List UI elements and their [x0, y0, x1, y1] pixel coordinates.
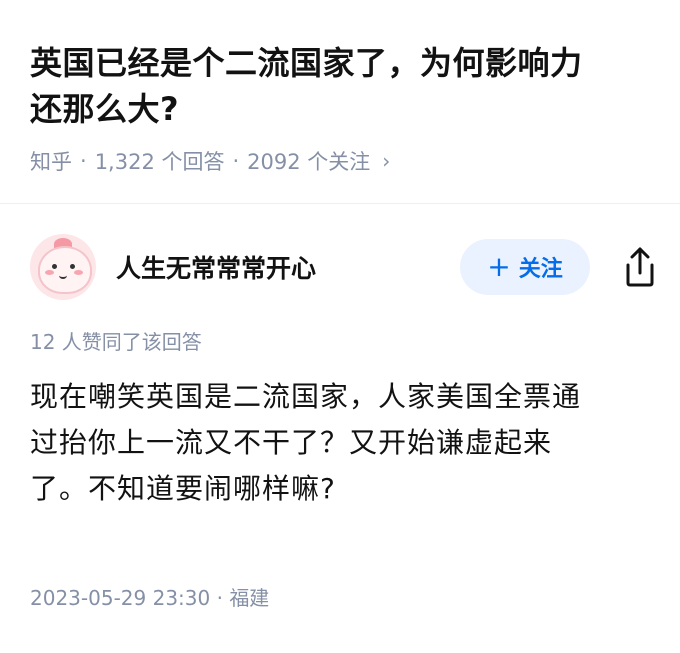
- answer-timestamp: 2023-05-29 23:30: [30, 586, 211, 610]
- answer-location: 福建: [229, 586, 270, 610]
- answer-meta: 2023-05-29 23:30 · 福建: [30, 582, 269, 611]
- author-name[interactable]: 人生无常常常开心: [116, 249, 460, 285]
- follow-button[interactable]: + 关注: [460, 239, 590, 295]
- chevron-right-icon: ›: [382, 149, 391, 173]
- share-icon[interactable]: [620, 245, 660, 289]
- meta-separator: ·: [216, 586, 223, 610]
- answer-content[interactable]: 现在嘲笑英国是二流国家，人家美国全票通 过抬你上一流又不干了？又开始谦虚起来 了…: [30, 374, 650, 512]
- question-meta[interactable]: 知乎 · 1,322 个回答 · 2092 个关注 ›: [30, 146, 650, 176]
- answer-count: 1,322 个回答: [94, 150, 225, 174]
- upvote-count: 12 人赞同了该回答: [30, 330, 202, 354]
- question-title[interactable]: 英国已经是个二流国家了，为何影响力 还那么大?: [30, 40, 650, 132]
- answer-line: 现在嘲笑英国是二流国家，人家美国全票通: [30, 380, 582, 413]
- follower-count: 2092 个关注: [247, 150, 371, 174]
- section-divider: [0, 203, 680, 204]
- avatar[interactable]: [30, 234, 96, 300]
- meta-separator: ·: [80, 149, 87, 173]
- meta-separator: ·: [232, 149, 240, 173]
- question-header: 英国已经是个二流国家了，为何影响力 还那么大? 知乎 · 1,322 个回答 ·…: [30, 40, 650, 176]
- question-source: 知乎: [30, 150, 72, 174]
- answer-line: 了。不知道要闹哪样嘛?: [30, 472, 336, 505]
- question-title-line2: 还那么大?: [30, 90, 180, 128]
- answer-author-row: 人生无常常常开心 + 关注: [30, 234, 660, 300]
- answer-line: 过抬你上一流又不干了？又开始谦虚起来: [30, 426, 553, 459]
- question-title-line1: 英国已经是个二流国家了，为何影响力: [30, 44, 583, 82]
- follow-label: 关注: [518, 257, 563, 282]
- plus-icon: +: [487, 250, 511, 283]
